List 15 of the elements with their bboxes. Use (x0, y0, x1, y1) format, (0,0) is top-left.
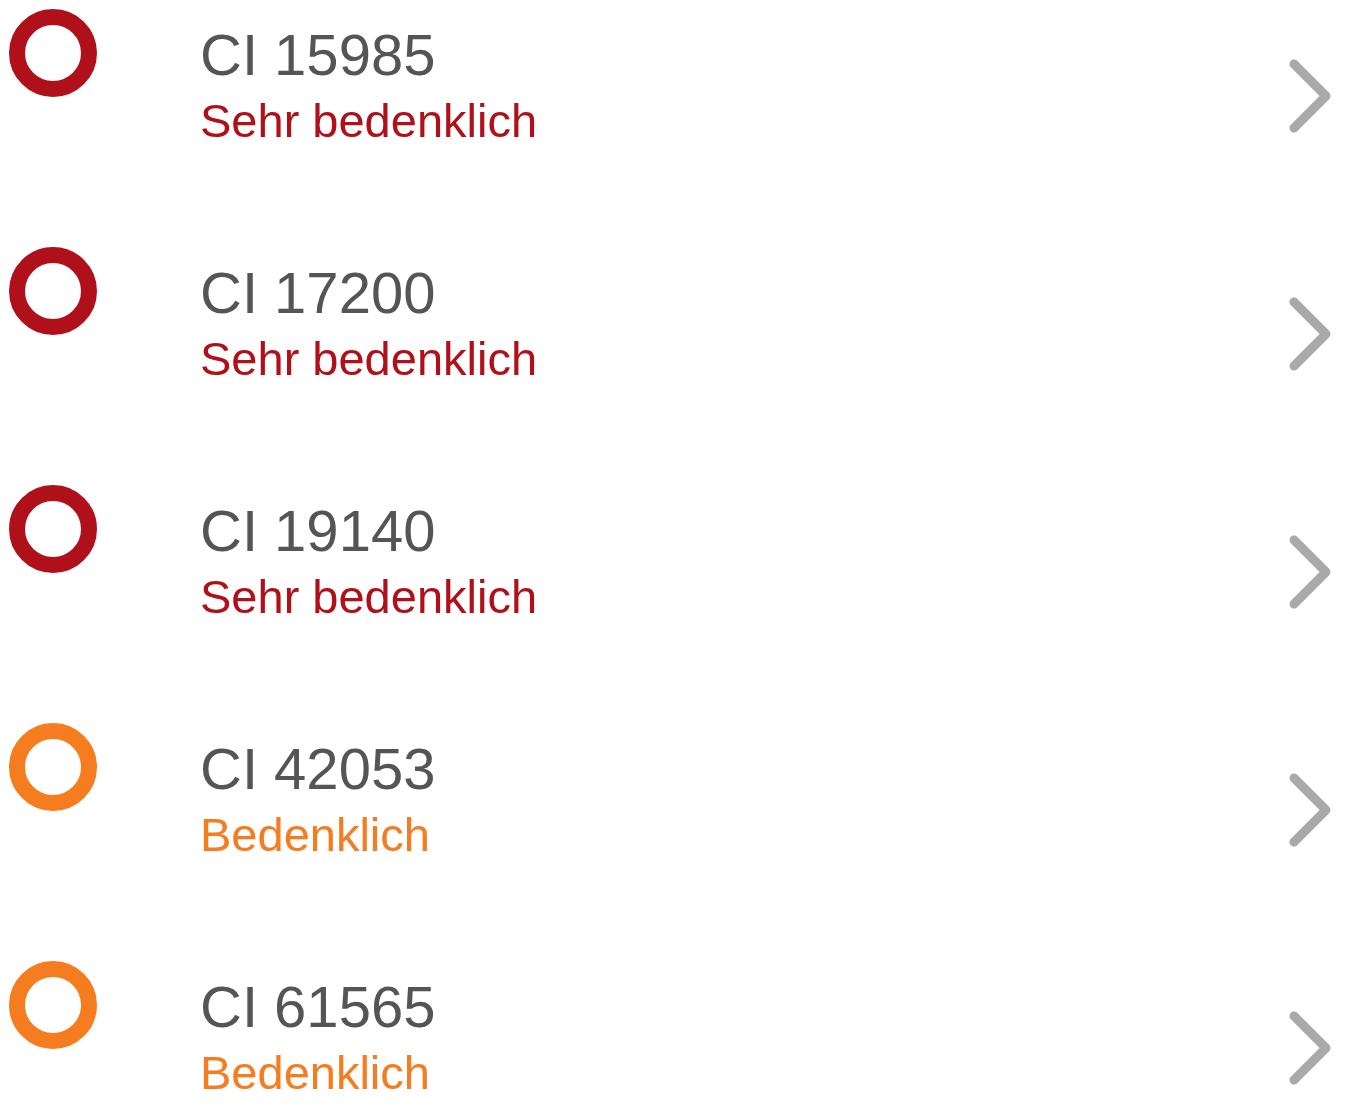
item-status: Sehr bedenklich (200, 331, 539, 387)
list-item[interactable]: CI 15985 Sehr bedenklich (0, 8, 1346, 160)
item-title: CI 15985 (200, 21, 437, 89)
list-item[interactable]: CI 42053 Bedenklich (0, 722, 1346, 874)
list-item[interactable]: CI 61565 Bedenklich (0, 960, 1346, 1112)
item-title: CI 61565 (200, 973, 437, 1041)
item-title: CI 19140 (200, 497, 437, 565)
list-item[interactable]: CI 17200 Sehr bedenklich (0, 246, 1346, 398)
item-status: Bedenklich (200, 1045, 431, 1101)
item-status: Bedenklich (200, 807, 431, 863)
item-title: CI 42053 (200, 735, 437, 803)
item-status: Sehr bedenklich (200, 569, 539, 625)
item-title: CI 17200 (200, 259, 437, 327)
list-item[interactable]: CI 19140 Sehr bedenklich (0, 484, 1346, 636)
item-status: Sehr bedenklich (200, 93, 539, 149)
